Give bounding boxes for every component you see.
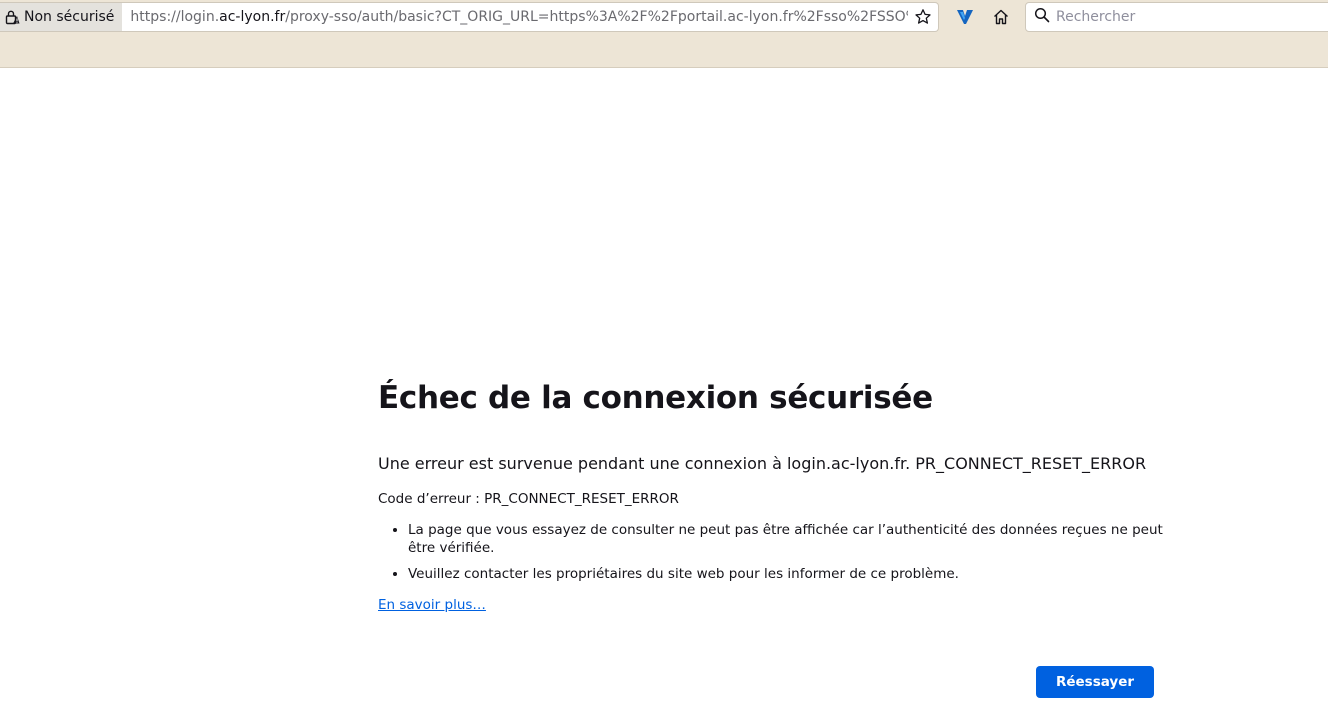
extension-icon[interactable] (953, 5, 977, 29)
search-icon (1034, 7, 1050, 27)
list-item: La page que vous essayez de consulter ne… (408, 521, 1168, 557)
search-placeholder: Rechercher (1056, 9, 1136, 25)
list-item: Veuillez contacter les propriétaires du … (408, 565, 1168, 583)
bookmark-star-icon[interactable] (908, 8, 938, 26)
learn-more-link[interactable]: En savoir plus… (378, 597, 486, 613)
browser-toolbar: Non sécurisé https://login.ac-lyon.fr/pr… (0, 0, 1328, 68)
url-path: /proxy-sso/auth/basic?CT_ORIG_URL=https%… (285, 9, 908, 25)
url-prefix: https://login. (130, 9, 220, 25)
url-host: ac-lyon.fr (219, 9, 286, 25)
retry-button[interactable]: Réessayer (1036, 666, 1154, 698)
url-bar[interactable]: Non sécurisé https://login.ac-lyon.fr/pr… (0, 2, 939, 32)
url-text[interactable]: https://login.ac-lyon.fr/proxy-sso/auth/… (122, 9, 908, 25)
error-content: Échec de la connexion sécurisée Une erre… (378, 380, 1168, 613)
identity-label: Non sécurisé (24, 9, 115, 25)
insecure-lock-icon (4, 9, 20, 25)
search-bar[interactable]: Rechercher (1025, 2, 1328, 32)
page-title: Échec de la connexion sécurisée (378, 380, 933, 416)
error-details-list: La page que vous essayez de consulter ne… (378, 521, 1168, 583)
error-intro: Une erreur est survenue pendant une conn… (378, 454, 1147, 473)
error-code: Code d’erreur : PR_CONNECT_RESET_ERROR (378, 491, 679, 507)
identity-box[interactable]: Non sécurisé (0, 3, 123, 31)
home-icon[interactable] (989, 5, 1013, 29)
